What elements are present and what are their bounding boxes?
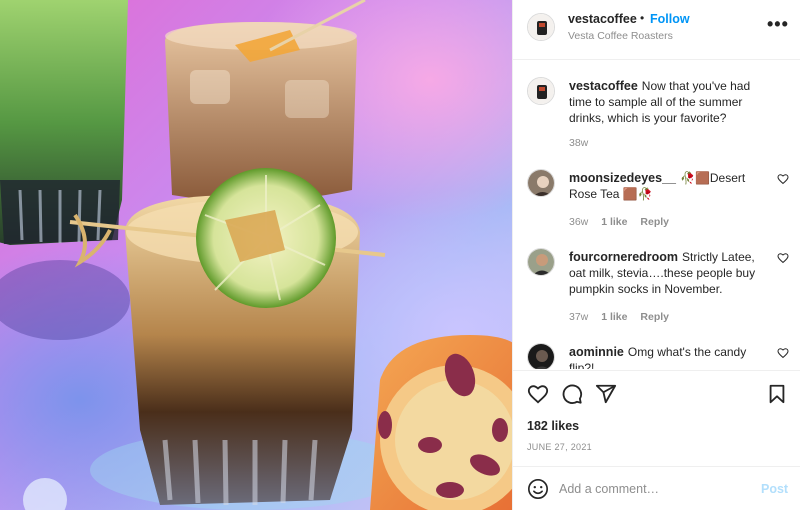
avatar[interactable] <box>527 169 555 197</box>
comment-icon[interactable] <box>561 383 583 405</box>
comment-username[interactable]: aominnie <box>569 345 624 359</box>
post-actions: 182 likes JUNE 27, 2021 <box>513 370 800 480</box>
reply-button[interactable]: Reply <box>640 311 669 323</box>
post-location[interactable]: Vesta Coffee Roasters <box>568 30 673 42</box>
avatar[interactable] <box>527 248 555 276</box>
likes-count[interactable]: 182 likes <box>527 419 579 433</box>
comment-time[interactable]: 38w <box>569 137 588 149</box>
comment-meta: 38w <box>569 137 598 149</box>
avatar[interactable] <box>527 343 555 369</box>
user-photo-icon <box>528 344 554 369</box>
comment-username[interactable]: vestacoffee <box>569 79 638 93</box>
post-comment-button[interactable]: Post <box>761 482 788 496</box>
follow-button[interactable]: Follow <box>650 12 690 26</box>
add-comment-bar: Post <box>513 466 800 510</box>
surface-shadow <box>0 260 130 340</box>
heart-icon[interactable] <box>777 173 789 185</box>
user-photo-icon <box>528 249 554 275</box>
more-options-icon[interactable]: ••• <box>767 14 789 35</box>
share-icon[interactable] <box>595 383 617 405</box>
post-date[interactable]: JUNE 27, 2021 <box>527 442 592 452</box>
avatar[interactable] <box>527 13 555 41</box>
post-photo[interactable] <box>0 0 512 510</box>
drinks-illustration <box>0 0 512 510</box>
emoji-icon[interactable] <box>527 478 549 500</box>
comment-likes[interactable]: 1 like <box>601 311 627 323</box>
user-photo-icon <box>528 170 554 196</box>
orange-drink-glass <box>370 335 512 510</box>
post-header: vestacoffee • Follow Vesta Coffee Roaste… <box>513 0 800 60</box>
post-side-panel: vestacoffee • Follow Vesta Coffee Roaste… <box>512 0 800 510</box>
reply-button[interactable]: Reply <box>640 216 669 228</box>
comment-username[interactable]: fourcorneredroom <box>569 250 678 264</box>
comments-list[interactable]: vestacoffee Now that you've had time to s… <box>513 61 800 369</box>
heart-icon[interactable] <box>777 347 789 359</box>
separator-dot: • <box>640 11 645 25</box>
vesta-logo-icon <box>528 14 554 40</box>
comment-body: fourcorneredroom Strictly Latee, oat milk… <box>569 249 769 297</box>
vesta-logo-icon <box>528 78 554 104</box>
comment-username[interactable]: moonsizedeyes__ <box>569 171 676 185</box>
comment-meta: 37w 1 like Reply <box>569 311 679 323</box>
avatar[interactable] <box>527 77 555 105</box>
caption-text: vestacoffee Now that you've had time to s… <box>569 78 769 126</box>
comment-input[interactable] <box>559 479 749 499</box>
post-author-username[interactable]: vestacoffee <box>568 12 637 26</box>
comment-meta: 36w 1 like Reply <box>569 216 679 228</box>
comment-likes[interactable]: 1 like <box>601 216 627 228</box>
comment-time[interactable]: 36w <box>569 216 588 228</box>
comment-body: aominnie Omg what's the candy flip?! <box>569 344 769 369</box>
comment-body: moonsizedeyes__ 🥀🟫Desert Rose Tea 🟫🥀 <box>569 170 769 202</box>
heart-icon[interactable] <box>527 383 549 405</box>
heart-icon[interactable] <box>777 252 789 264</box>
comment-time[interactable]: 37w <box>569 311 588 323</box>
green-drink-glass <box>0 0 128 245</box>
bookmark-icon[interactable] <box>767 383 787 405</box>
